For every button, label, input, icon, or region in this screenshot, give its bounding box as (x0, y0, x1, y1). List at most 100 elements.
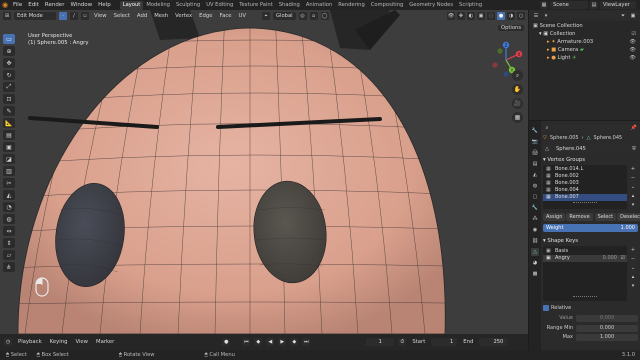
options-dropdown[interactable]: Options (498, 24, 525, 32)
rip-tool-icon[interactable]: ⋔ (3, 262, 15, 272)
tab-modeling[interactable]: Modeling (143, 1, 173, 10)
output-tab-icon[interactable]: 🖨 (531, 149, 539, 157)
shading-material-icon[interactable]: ◑ (507, 12, 515, 20)
vertex-group-item[interactable]: ▦ Bone.014.L (543, 166, 627, 173)
shape-list-resize-handle[interactable] (573, 296, 597, 299)
tool-tab-icon[interactable]: 🔧 (531, 127, 539, 135)
collection-checkbox-icon[interactable]: ☑ (631, 30, 636, 38)
menu-vertex[interactable]: Vertex (173, 13, 194, 19)
pan-hand-icon[interactable]: ✋ (512, 84, 523, 95)
properties-search-icon[interactable]: ⌕ (543, 124, 551, 132)
tab-sculpting[interactable]: Sculpting (173, 1, 203, 10)
start-frame-field[interactable]: 1 (431, 338, 458, 346)
outliner-item-collection[interactable]: ▾ ▣ Collection ☑ (533, 30, 636, 38)
poly-build-tool-icon[interactable]: ◭ (3, 190, 15, 200)
outliner-item-armature[interactable]: ▸ ✦ Armature.003 👁 (533, 38, 636, 46)
editor-type-icon[interactable]: ⊞ (3, 12, 11, 20)
pin-icon[interactable]: 📌 (630, 124, 638, 132)
vertex-group-specials-icon[interactable]: ⌄ (629, 183, 637, 191)
object-tab-icon[interactable]: ▢ (531, 193, 539, 201)
shading-rendered-icon[interactable]: ○ (517, 12, 525, 20)
vertex-select-icon[interactable]: · (59, 12, 67, 20)
shrink-fatten-tool-icon[interactable]: ⇕ (3, 238, 15, 248)
properties-search-input[interactable] (553, 124, 628, 132)
spin-tool-icon[interactable]: ◔ (3, 202, 15, 212)
end-frame-field[interactable]: 250 (479, 338, 508, 346)
move-up-icon[interactable]: ▴ (629, 192, 637, 200)
texture-tab-icon[interactable]: ▩ (531, 270, 539, 278)
smooth-tool-icon[interactable]: ◍ (3, 214, 15, 224)
zoom-icon[interactable]: ⌕ (512, 70, 523, 81)
scene-tab-icon[interactable]: ◭ (531, 171, 539, 179)
vertex-group-item-selected[interactable]: ▦ Bone.007 (543, 194, 627, 201)
menu-window[interactable]: Window (67, 2, 95, 8)
new-collection-icon[interactable]: ▣ (629, 11, 637, 20)
menu-render[interactable]: Render (42, 2, 68, 8)
pivot-icon[interactable]: ◎ (298, 12, 307, 20)
vertex-group-item[interactable]: ▦ Bone.003 (543, 180, 627, 187)
material-tab-icon[interactable]: ◕ (531, 259, 539, 267)
vertex-group-item[interactable]: ▦ Bone.002 (543, 173, 627, 180)
select-box-tool-icon[interactable]: ▭ (3, 34, 15, 44)
move-down-icon[interactable]: ▾ (629, 201, 637, 209)
armature-visibility-icon[interactable]: 👁 (629, 38, 636, 46)
range-min-field[interactable]: 0.000 (576, 324, 638, 332)
menu-help[interactable]: Help (95, 2, 114, 8)
timeline-editor-icon[interactable]: ◷ (4, 338, 12, 346)
next-keyframe-icon[interactable]: ◆ (290, 338, 299, 346)
menu-edge[interactable]: Edge (197, 13, 214, 19)
tab-layout[interactable]: Layout (119, 0, 144, 10)
rotate-tool-icon[interactable]: ↻ (3, 70, 15, 80)
list-resize-handle[interactable] (573, 202, 597, 205)
perspective-toggle-icon[interactable]: ▦ (512, 112, 523, 123)
outliner-filter-icon[interactable]: ▾ (542, 11, 550, 20)
mode-selector[interactable]: Edit Mode (14, 12, 56, 20)
modifier-tab-icon[interactable]: 🔧 (531, 204, 539, 212)
tab-shading[interactable]: Shading (276, 1, 303, 10)
orientation-icon[interactable]: ⌖ (262, 12, 271, 20)
mesh-data-tab-icon[interactable]: △ (531, 248, 539, 256)
menu-add[interactable]: Add (135, 13, 149, 19)
tab-geometry-nodes[interactable]: Geometry Nodes (406, 1, 456, 10)
tab-uv-editing[interactable]: UV Editing (203, 1, 236, 10)
transform-tool-icon[interactable]: ⊡ (3, 94, 15, 104)
prev-keyframe-icon[interactable]: ◆ (254, 338, 263, 346)
menu-mesh[interactable]: Mesh (152, 13, 170, 19)
loop-cut-tool-icon[interactable]: ▥ (3, 166, 15, 176)
tab-texture-paint[interactable]: Texture Paint (236, 1, 275, 10)
gizmo-icon[interactable]: ✥ (457, 12, 465, 20)
light-visibility-icon[interactable]: 👁 (629, 54, 636, 62)
cursor-tool-icon[interactable]: ⊕ (3, 46, 15, 56)
overlay-icon[interactable]: ◐ (467, 12, 475, 20)
blender-logo-icon[interactable]: ◉ (0, 0, 10, 10)
record-icon[interactable]: ● (222, 338, 231, 346)
relative-checkbox[interactable] (543, 304, 549, 311)
select-button[interactable]: Select (594, 213, 617, 221)
remove-button[interactable]: Remove (566, 213, 593, 221)
assign-button[interactable]: Assign (543, 213, 566, 221)
tab-compositing[interactable]: Compositing (368, 1, 407, 10)
current-frame-field[interactable]: 1 (366, 338, 395, 346)
edge-slide-tool-icon[interactable]: ⇔ (3, 226, 15, 236)
move-tool-icon[interactable]: ✥ (3, 58, 15, 68)
mesh-name-field[interactable]: Sphere.045 (553, 144, 628, 153)
xray-icon[interactable]: ▣ (477, 12, 485, 20)
deselect-button[interactable]: Deselect (617, 213, 640, 221)
menu-face[interactable]: Face (218, 13, 234, 19)
outliner-editor-icon[interactable]: ☰ (532, 11, 540, 20)
annotate-tool-icon[interactable]: ✎ (3, 106, 15, 116)
knife-tool-icon[interactable]: ✂ (3, 178, 15, 188)
shape-key-item[interactable]: ▣ Basis (543, 248, 627, 255)
remove-vertex-group-icon[interactable]: − (629, 174, 637, 182)
max-field[interactable]: 1.000 (576, 333, 638, 341)
camera-visibility-icon[interactable]: 👁 (629, 46, 636, 54)
view-layer-icon[interactable]: ▤ (590, 1, 598, 9)
outliner-scene-collection[interactable]: ▣ Scene Collection (533, 22, 636, 30)
shape-key-specials-icon[interactable]: ⌄ (629, 264, 637, 272)
menu-marker[interactable]: Marker (94, 339, 116, 345)
outliner-search-input[interactable] (552, 12, 617, 19)
play-icon[interactable]: ▶ (278, 338, 287, 346)
menu-view[interactable]: View (92, 13, 109, 19)
add-shape-key-icon[interactable]: + (629, 246, 637, 254)
edge-select-icon[interactable]: / (70, 12, 78, 20)
